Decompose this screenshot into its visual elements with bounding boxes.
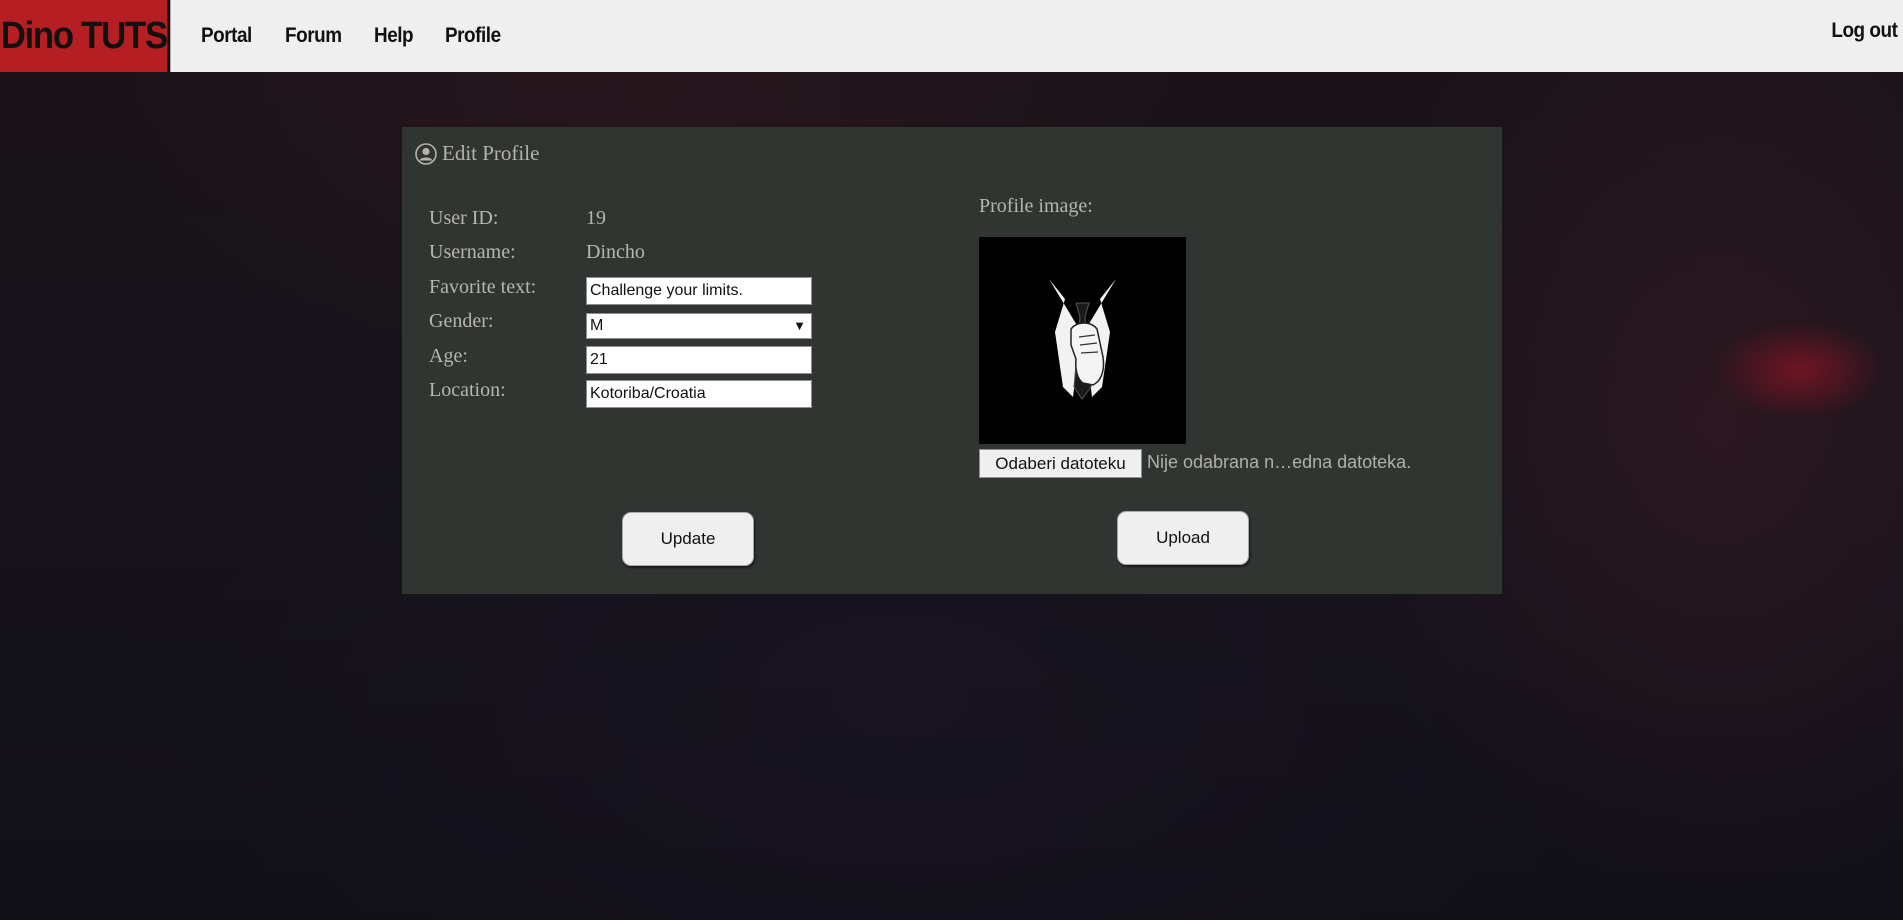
profile-image-label: Profile image: [979, 195, 1093, 217]
panel-header: Edit Profile [415, 141, 539, 166]
username-value: Dincho [586, 241, 645, 263]
location-input[interactable]: Kotoriba/Croatia [586, 380, 812, 408]
panel-title: Edit Profile [442, 141, 540, 165]
file-status-text: Nije odabrana n…edna datoteka. [1147, 452, 1412, 472]
nav-item-forum[interactable]: Forum [285, 24, 342, 48]
main-nav: Portal Forum Help Profile [201, 24, 534, 48]
choose-file-button[interactable]: Odaberi datoteku [979, 449, 1142, 478]
gender-label: Gender: [429, 310, 494, 332]
username-label: Username: [429, 241, 516, 263]
age-input[interactable]: 21 [586, 346, 812, 374]
user-id-value: 19 [586, 207, 606, 229]
user-id-label: User ID: [429, 207, 499, 229]
dropdown-arrow-icon: ▼ [793, 318, 806, 333]
upload-button[interactable]: Upload [1117, 511, 1249, 565]
update-button[interactable]: Update [622, 512, 754, 566]
favorite-text-input[interactable]: Challenge your limits. [586, 277, 812, 305]
profile-image [979, 237, 1186, 444]
nav-item-profile[interactable]: Profile [445, 24, 501, 48]
logout-link[interactable]: Log out [1831, 19, 1898, 43]
location-label: Location: [429, 379, 506, 401]
user-circle-icon [415, 142, 437, 165]
top-navigation-bar: Dino TUTS Portal Forum Help Profile Log … [0, 0, 1903, 72]
suit-avatar-image [979, 237, 1186, 444]
gender-select-value: M [590, 317, 604, 334]
gender-select[interactable]: M ▼ [586, 313, 812, 339]
favorite-text-label: Favorite text: [429, 276, 537, 298]
age-label: Age: [429, 345, 468, 367]
nav-item-help[interactable]: Help [374, 24, 414, 48]
brand-logo[interactable]: Dino TUTS [0, 0, 171, 72]
edit-profile-panel: Edit Profile User ID: 19 Username: Dinch… [402, 127, 1502, 594]
nav-item-portal[interactable]: Portal [201, 24, 252, 48]
